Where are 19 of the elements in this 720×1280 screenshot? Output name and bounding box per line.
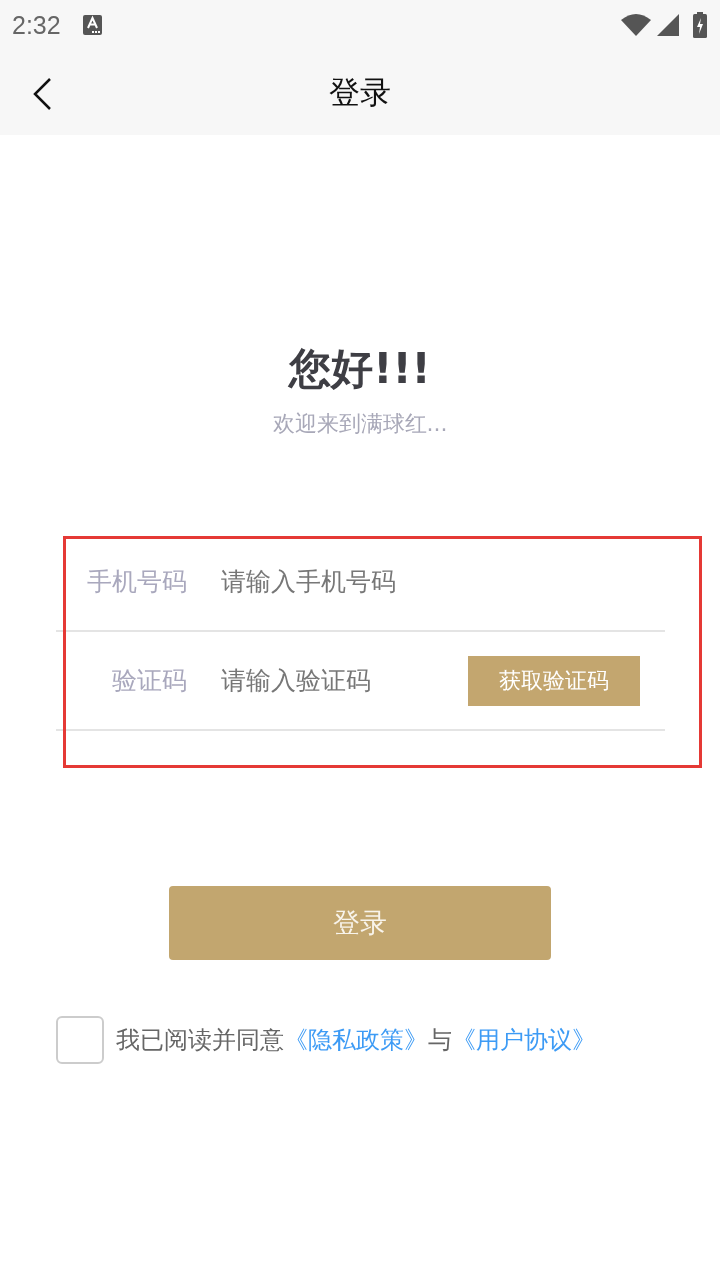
field-label: 手机号码 <box>86 566 187 598</box>
signal-icon <box>657 14 679 36</box>
status-time: 2:32 <box>12 10 61 40</box>
code-input[interactable]: 请输入验证码 <box>221 660 468 701</box>
phone-input[interactable]: 请输入手机号码 <box>221 561 640 602</box>
agreement-link[interactable]: 《隐私政策》 <box>284 1026 428 1054</box>
agreement-link[interactable]: 《用户协议》 <box>452 1026 596 1054</box>
field-label: 验证码 <box>111 665 187 697</box>
battery-icon <box>693 12 707 38</box>
wifi-icon <box>621 14 651 36</box>
login-button[interactable]: 登录 <box>169 886 551 960</box>
app-notification-icon <box>82 15 102 35</box>
agreement-text: 我已阅读并同意《隐私政策》与《用户协议》 <box>116 1025 596 1056</box>
page-title: 登录 <box>329 72 391 112</box>
greeting-title: 您好!!! <box>289 343 431 395</box>
get-code-button[interactable]: 获取验证码 <box>468 655 640 706</box>
agreement-checkbox[interactable] <box>56 1016 104 1064</box>
chevron-left-icon <box>32 78 52 110</box>
greeting-subtitle: 欢迎来到满球红... <box>272 410 448 438</box>
